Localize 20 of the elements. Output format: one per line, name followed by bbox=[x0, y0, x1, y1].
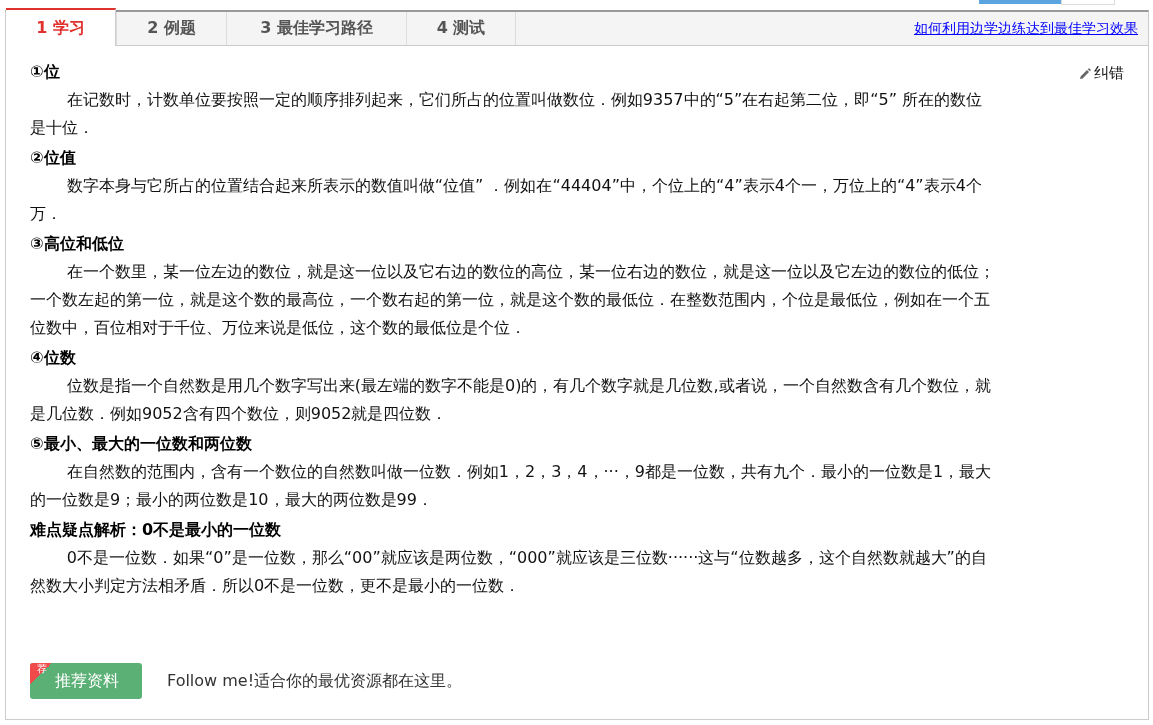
paragraph: 位数是指一个自然数是用几个数字写出来(最左端的数字不能是0)的，有几个数字就是几位数,或者说，一个自然数含有几个数位，就是几位数．例如9052含有四个数位，则9052就是四位数． bbox=[30, 375, 992, 425]
section-heading: ①位 bbox=[30, 61, 61, 83]
corner-badge: 荐 bbox=[30, 663, 52, 685]
section-heading: ③高位和低位 bbox=[30, 233, 125, 255]
section-heading: ②位值 bbox=[30, 147, 77, 169]
paragraph: 在自然数的范围内，含有一个数位的自然数叫做一位数．例如1，2，3，4，···，9都是一位数，共有九个．最小的一位数是1，最大的一位数是9；最小的两位数是10，最大的两位数是99． bbox=[30, 461, 993, 511]
recommend-text: Follow me!适合你的最优资源都在这里。 bbox=[167, 670, 463, 692]
recommend-button[interactable]: 荐 推荐资料 bbox=[30, 663, 142, 699]
tab[interactable]: 1 学习 bbox=[6, 8, 116, 46]
paragraph: 数字本身与它所占的位置结合起来所表示的数值叫做“位值” ．例如在“44404”中，个位上的“4”表示4个一，万位上的“4”表示4个万． bbox=[30, 175, 983, 225]
paragraph: 在记数时，计数单位要按照一定的顺序排列起来，它们所占的位置叫做数位．例如9357中的“5”在右起第二位，即“5” 所在的数位是十位． bbox=[30, 89, 984, 139]
section-heading: ⑤最小、最大的一位数和两位数 bbox=[30, 433, 253, 455]
report-error-link[interactable]: 纠错 bbox=[1079, 64, 1124, 83]
section-heading: ④位数 bbox=[30, 347, 77, 369]
section-heading: 难点疑点解析：0不是最小的一位数 bbox=[30, 519, 283, 541]
paragraph: 在一个数里，某一位左边的数位，就是这一位以及它右边的数位的高位，某一位右边的数位，就是这一位以及它左边的数位的低位；一个数左起的第一位，就是这个数的最高位，一个数右起的第一位，就是这个数的最低位．在整数范围内，个位是最低位，例如在一个五位数中，百位相对于千位、万位来说是低位，这个数的最低位是个位． bbox=[30, 261, 996, 339]
pencil-icon bbox=[1079, 67, 1091, 80]
tab[interactable]: 4 测试 bbox=[406, 12, 516, 45]
help-link[interactable]: 如何利用边学边练达到最佳学习效果 bbox=[914, 19, 1138, 38]
paragraph: 0不是一位数．如果“0”是一位数，那么“00”就应该是两位数，“000”就应该是三位数······这与“位数越多，这个自然数就越大”的自然数大小判定方法相矛盾．所以0不是一位数，更不是最小的一位数． bbox=[30, 547, 988, 597]
